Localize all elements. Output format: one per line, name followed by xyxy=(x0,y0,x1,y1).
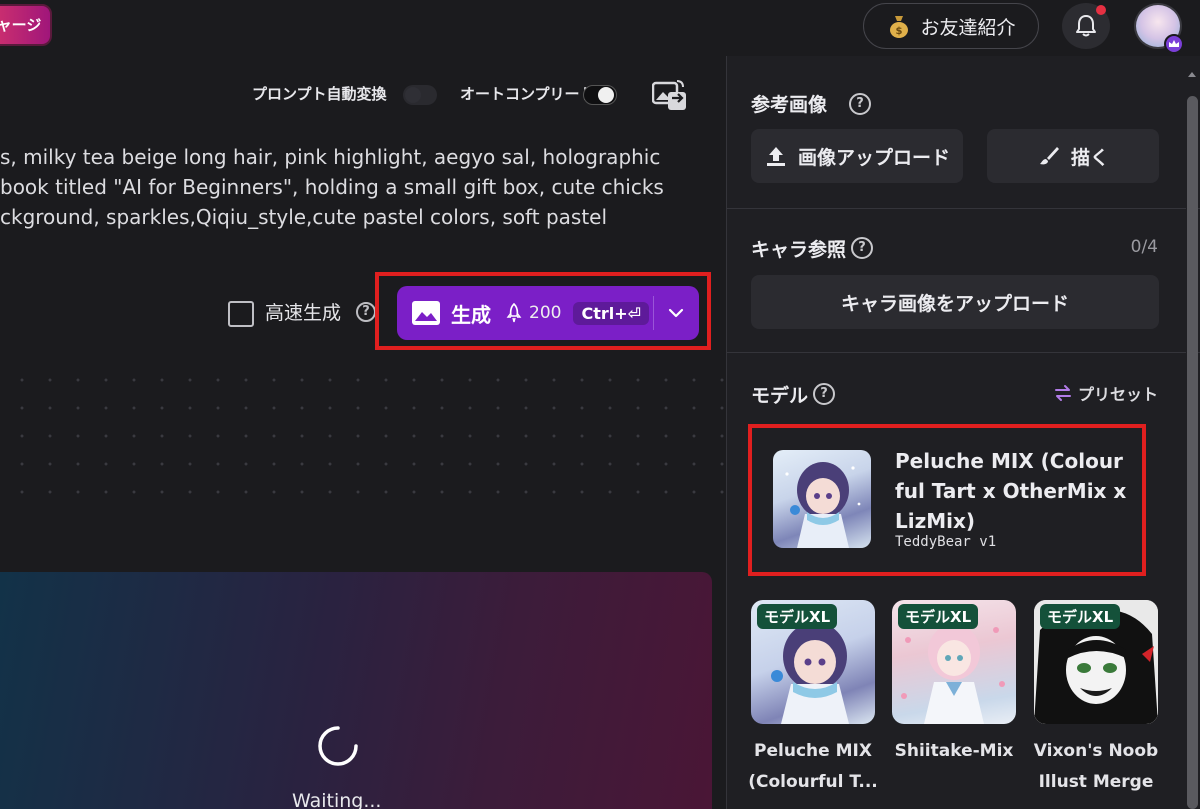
model-option-name: Peluche MIX (Colourful T... xyxy=(738,736,888,798)
shortcut-hint: Ctrl+⏎ xyxy=(573,301,650,325)
generate-button[interactable]: 生成 200 Ctrl+⏎ xyxy=(397,286,699,340)
draw-label: 描く xyxy=(1070,146,1109,169)
upload-image-button[interactable]: 画像アップロード xyxy=(751,129,963,183)
generate-cost: 200 xyxy=(529,303,562,323)
reference-image-title: 参考画像 xyxy=(751,94,828,116)
scroll-up-icon[interactable] xyxy=(1187,70,1197,80)
model-option-name-line: (Colourful T... xyxy=(748,772,878,792)
loading-spinner-icon xyxy=(318,726,358,766)
dot-grid-background xyxy=(0,360,726,515)
help-icon[interactable]: ? xyxy=(813,383,835,405)
swap-icon xyxy=(1055,385,1071,401)
upload-icon xyxy=(766,147,785,166)
model-option[interactable]: モデルXL xyxy=(751,600,875,724)
draw-button[interactable]: 描く xyxy=(987,129,1159,183)
referral-label: お友達紹介 xyxy=(920,16,1016,39)
prompt-auto-convert-toggle[interactable] xyxy=(403,85,437,105)
model-xl-badge: モデルXL xyxy=(898,604,979,629)
prompt-options: プロンプト自動変換 オートコンプリート xyxy=(0,78,726,108)
prompt-line: s, milky tea beige long hair, pink highl… xyxy=(0,145,661,169)
model-option-name-line: Shiitake-Mix xyxy=(894,741,1014,761)
waiting-status: Waiting... xyxy=(292,790,382,809)
chevron-down-icon[interactable] xyxy=(667,304,685,322)
notification-dot xyxy=(1096,5,1106,15)
generation-canvas xyxy=(0,572,712,809)
fast-generate-label: 高速生成 xyxy=(265,302,342,324)
svg-text:$: $ xyxy=(896,26,903,37)
model-option[interactable]: モデルXL xyxy=(892,600,1016,724)
image-convert-icon[interactable] xyxy=(652,78,688,112)
referral-button[interactable]: $ お友達紹介 xyxy=(863,3,1039,49)
prompt-line: book titled "AI for Beginners", holding … xyxy=(0,175,664,199)
model-option-name: Vixon's Noob Illust Merge xyxy=(1021,736,1171,798)
generate-label: 生成 xyxy=(451,302,491,327)
prompt-text[interactable]: s, milky tea beige long hair, pink highl… xyxy=(0,142,700,232)
preset-button[interactable]: プリセット xyxy=(1054,381,1158,405)
character-count: 0/4 xyxy=(1130,237,1158,257)
charge-button[interactable]: ャージ xyxy=(0,4,52,46)
model-title: モデル xyxy=(751,385,809,407)
model-option-name: Shiitake-Mix xyxy=(879,736,1029,767)
autocomplete-toggle[interactable] xyxy=(583,85,617,105)
image-icon xyxy=(412,301,440,325)
upload-character-button[interactable]: キャラ画像をアップロード xyxy=(751,275,1159,329)
money-bag-icon: $ xyxy=(890,16,909,38)
character-reference-title: キャラ参照 xyxy=(751,239,847,261)
help-icon[interactable]: ? xyxy=(849,93,871,115)
divider xyxy=(727,352,1200,353)
model-option[interactable]: モデルXL xyxy=(1034,600,1158,724)
divider xyxy=(653,296,654,330)
model-xl-badge: モデルXL xyxy=(757,604,838,629)
model-option-name-line: Peluche MIX xyxy=(754,741,872,761)
autocomplete-label: オートコンプリート xyxy=(460,85,595,103)
fast-generate-checkbox[interactable] xyxy=(228,301,254,327)
help-icon[interactable]: ? xyxy=(356,302,376,322)
model-option-name-line: Illust Merge xyxy=(1038,772,1154,792)
model-highlight-box xyxy=(748,424,1146,576)
crown-icon xyxy=(1164,34,1184,54)
rocket-icon xyxy=(506,303,522,323)
bell-icon xyxy=(1076,15,1096,37)
top-bar: ャージ $ お友達紹介 xyxy=(0,0,1200,56)
divider xyxy=(727,208,1200,209)
scrollbar-thumb[interactable] xyxy=(1187,96,1198,809)
preset-label: プリセット xyxy=(1078,385,1159,404)
prompt-auto-convert-label: プロンプト自動変換 xyxy=(252,85,387,103)
model-option-name-line: Vixon's Noob xyxy=(1033,741,1159,761)
upload-character-label: キャラ画像をアップロード xyxy=(840,292,1069,315)
model-xl-badge: モデルXL xyxy=(1040,604,1121,629)
prompt-line: ckground, sparkles,Qiqiu_style,cute past… xyxy=(0,205,608,229)
brush-icon xyxy=(1039,147,1059,165)
help-icon[interactable]: ? xyxy=(851,237,873,259)
notifications-button[interactable] xyxy=(1062,3,1110,49)
upload-image-label: 画像アップロード xyxy=(797,146,950,169)
